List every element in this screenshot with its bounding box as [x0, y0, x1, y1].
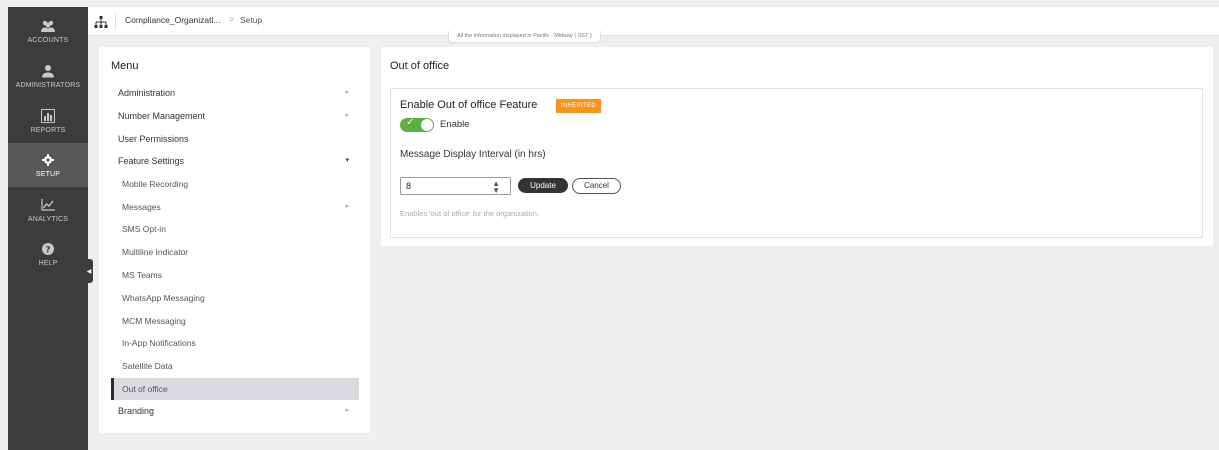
menu-item-label: Satellite Data — [122, 361, 173, 371]
users-icon — [40, 18, 56, 34]
menu-item-whatsapp-messaging[interactable]: WhatsApp Messaging — [111, 287, 359, 309]
breadcrumb-separator: > — [229, 15, 234, 24]
menu-item-label: User Permissions — [118, 134, 189, 144]
chevron-down-icon: ▾ — [345, 157, 349, 164]
admin-icon — [40, 63, 56, 79]
nav-reports[interactable]: REPORTS — [8, 99, 88, 143]
menu-item-label: WhatsApp Messaging — [122, 293, 205, 303]
interval-input[interactable]: 8 ▲ ▼ — [400, 177, 511, 195]
top-bar: Compliance_Organizati... > Setup — [88, 7, 1219, 36]
gear-icon — [40, 152, 56, 168]
menu-item-label: Branding — [118, 406, 155, 416]
divider — [115, 13, 116, 29]
help-text: Enables 'out of office' for the organiza… — [400, 209, 540, 218]
nav-administrators[interactable]: ADMINISTRATORS — [8, 54, 88, 98]
menu-item-in-app-notifications[interactable]: In-App Notifications — [111, 332, 359, 354]
inherited-badge: INHERITED — [556, 99, 602, 113]
menu-item-out-of-office[interactable]: Out of office — [111, 378, 359, 400]
timezone-note: All the information displayed in Pacific… — [448, 31, 601, 43]
cancel-button[interactable]: Cancel — [572, 178, 621, 194]
chevron-right-icon: ▸ — [345, 89, 349, 96]
menu-item-mobile-recording[interactable]: Mobile Recording — [111, 173, 359, 195]
spinner-icon[interactable]: ▲ ▼ — [492, 180, 500, 195]
menu-item-multiline-indicator[interactable]: Multiline Indicator — [111, 241, 359, 263]
menu-item-user-permissions[interactable]: User Permissions — [111, 128, 359, 150]
breadcrumb-org[interactable]: Compliance_Organizati... — [125, 15, 220, 25]
menu-item-ms-teams[interactable]: MS Teams — [111, 264, 359, 286]
menu-item-mcm-messaging[interactable]: MCM Messaging — [111, 310, 359, 332]
left-nav: ACCOUNTS ADMINISTRATORS REPORTS SETUP AN… — [8, 7, 88, 450]
chevron-right-icon: ▸ — [345, 407, 349, 414]
nav-label: ADMINISTRATORS — [15, 82, 81, 89]
interval-label: Message Display Interval (in hrs) — [400, 149, 546, 160]
out-of-office-settings: Enable Out of office Feature INHERITED ✓… — [390, 88, 1203, 238]
menu-item-label: Mobile Recording — [122, 179, 189, 189]
nav-accounts[interactable]: ACCOUNTS — [8, 9, 88, 53]
chevron-right-icon: ▸ — [345, 203, 349, 210]
menu-title: Menu — [111, 60, 139, 72]
content-panel: Out of office Enable Out of office Featu… — [381, 47, 1213, 246]
check-icon: ✓ — [406, 117, 415, 128]
menu-item-label: MS Teams — [122, 270, 162, 280]
toggle-label: Enable — [440, 119, 470, 130]
nav-label: REPORTS — [30, 127, 66, 134]
nav-analytics[interactable]: ANALYTICS — [8, 188, 88, 232]
breadcrumb-setup[interactable]: Setup — [240, 15, 262, 25]
nav-label: ANALYTICS — [27, 216, 69, 223]
menu-item-label: Messages — [122, 202, 161, 212]
nav-help[interactable]: ? HELP — [8, 232, 88, 276]
svg-text:?: ? — [45, 246, 50, 256]
menu-item-label: Multiline Indicator — [122, 247, 189, 257]
menu-item-label: Number Management — [118, 111, 206, 121]
feature-title: Enable Out of office Feature — [400, 99, 538, 111]
help-icon: ? — [40, 241, 56, 257]
menu-panel: Menu Administration ▸ Number Management … — [99, 47, 370, 433]
update-button[interactable]: Update — [518, 178, 568, 193]
toggle-knob — [421, 119, 433, 131]
menu-item-satellite-data[interactable]: Satellite Data — [111, 355, 359, 377]
bar-chart-icon — [40, 108, 56, 124]
menu-item-label: Out of office — [122, 384, 168, 394]
chevron-left-icon: ◀ — [86, 268, 92, 275]
menu-item-administration[interactable]: Administration ▸ — [111, 82, 359, 104]
collapse-nav-button[interactable]: ◀ — [85, 259, 93, 283]
menu-item-branding[interactable]: Branding ▸ — [111, 400, 359, 422]
enable-toggle[interactable]: ✓ — [400, 117, 434, 132]
menu-item-label: Administration — [118, 88, 176, 98]
menu-item-label: SMS Opt-in — [122, 224, 166, 234]
nav-label: ACCOUNTS — [27, 37, 69, 44]
nav-label: SETUP — [35, 171, 61, 178]
nav-setup[interactable]: SETUP — [8, 143, 88, 187]
menu-item-feature-settings[interactable]: Feature Settings ▾ — [111, 150, 359, 172]
menu-item-sms-opt-in[interactable]: SMS Opt-in — [111, 218, 359, 240]
menu-item-label: Feature Settings — [118, 156, 185, 166]
line-chart-icon — [40, 197, 56, 213]
menu-item-messages[interactable]: Messages ▸ — [111, 196, 359, 218]
menu-item-label: In-App Notifications — [122, 338, 196, 348]
page-title: Out of office — [390, 60, 450, 72]
menu-item-label: MCM Messaging — [122, 316, 186, 326]
org-tree-icon — [94, 15, 108, 28]
chevron-right-icon: ▸ — [345, 112, 349, 119]
interval-value: 8 — [406, 181, 412, 191]
nav-label: HELP — [38, 260, 58, 267]
menu-item-number-management[interactable]: Number Management ▸ — [111, 105, 359, 127]
